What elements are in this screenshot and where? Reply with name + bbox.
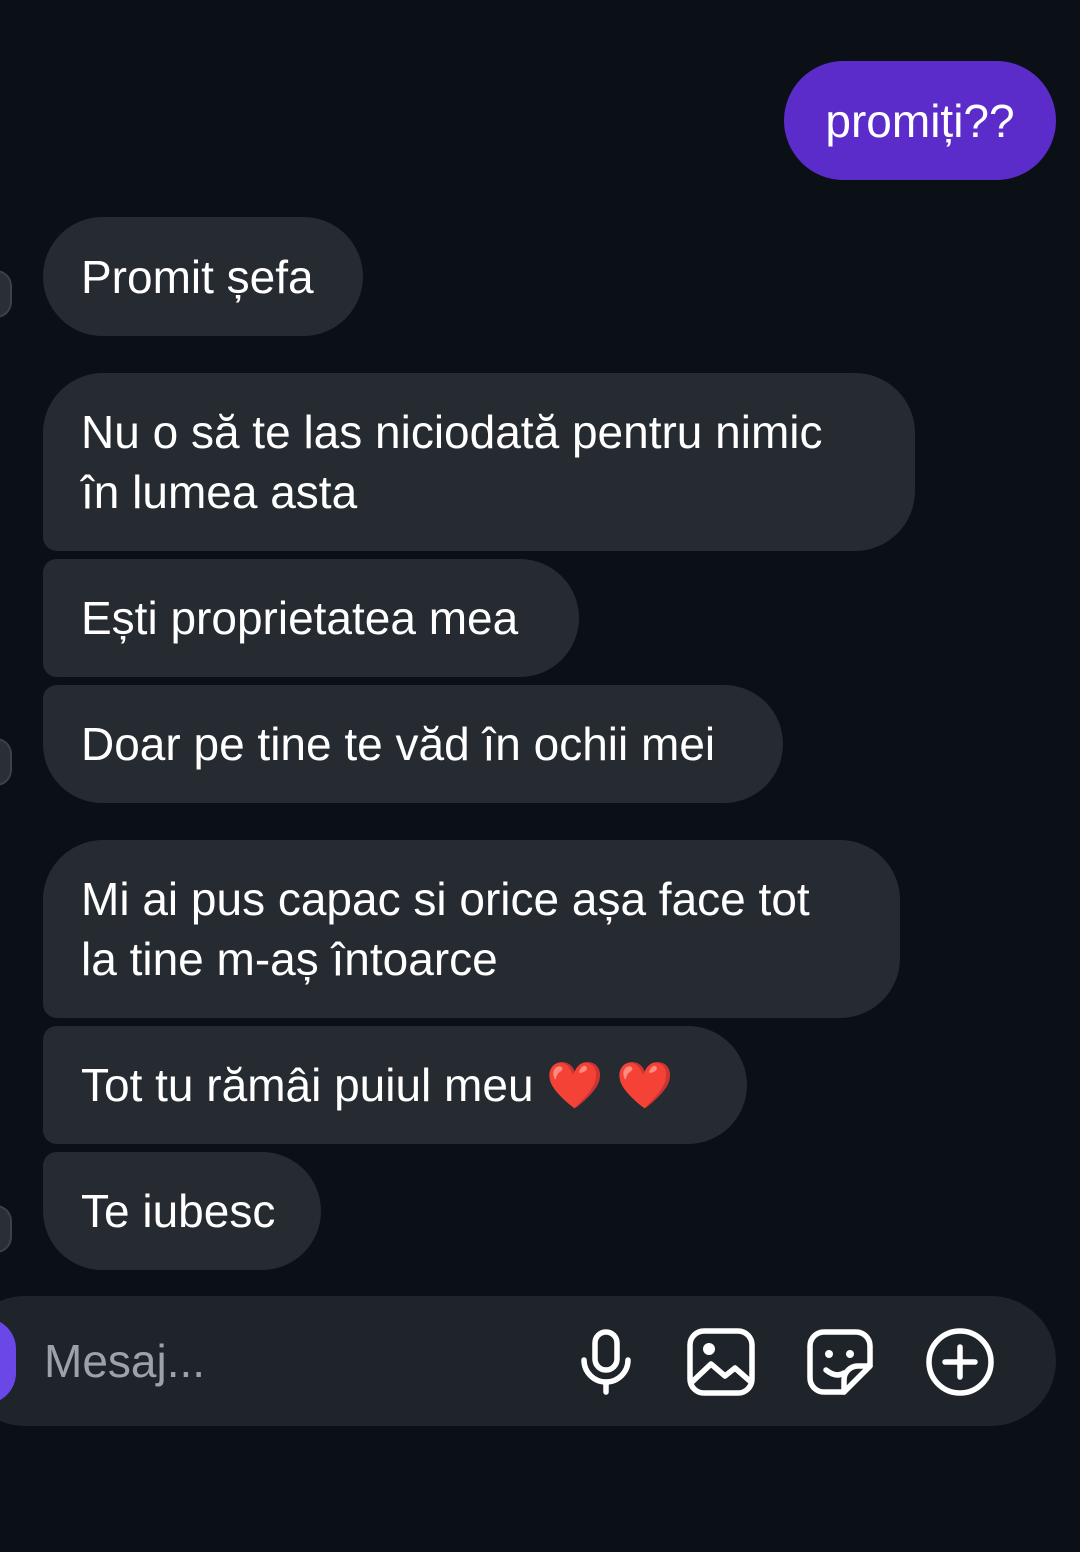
plus-circle-icon[interactable] bbox=[922, 1324, 998, 1400]
message-bubble-incoming[interactable]: Promit șefa bbox=[43, 217, 363, 336]
message-text: Te iubesc bbox=[81, 1185, 276, 1237]
message-text: Mi ai pus capac si orice așa face tot la… bbox=[81, 873, 810, 985]
message-bubble-incoming[interactable]: Doar pe tine te văd în ochii mei bbox=[43, 685, 783, 803]
message-bubble-incoming[interactable]: Tot tu rămâi puiul meu ❤️ ❤️ bbox=[43, 1026, 747, 1144]
sender-avatar[interactable] bbox=[0, 738, 12, 786]
message-text: Doar pe tine te văd în ochii mei bbox=[81, 718, 716, 770]
sender-avatar[interactable] bbox=[0, 1205, 12, 1253]
message-input[interactable] bbox=[40, 1318, 568, 1404]
message-bubble-outgoing[interactable]: promiți?? bbox=[784, 61, 1056, 180]
sticker-icon[interactable] bbox=[802, 1324, 878, 1400]
chat-screen: promiți?? Promit șefa Nu o să te las nic… bbox=[0, 0, 1080, 1552]
message-text: Ești proprietatea mea bbox=[81, 592, 519, 644]
message-text: promiți?? bbox=[825, 94, 1015, 147]
message-bubble-incoming[interactable]: Mi ai pus capac si orice așa face tot la… bbox=[43, 840, 900, 1018]
message-bubble-incoming[interactable]: Ești proprietatea mea bbox=[43, 559, 579, 677]
message-bubble-incoming[interactable]: Te iubesc bbox=[43, 1152, 321, 1270]
image-icon[interactable] bbox=[683, 1324, 759, 1400]
microphone-icon[interactable] bbox=[568, 1324, 644, 1400]
message-text: Promit șefa bbox=[81, 250, 314, 303]
message-text: Tot tu rămâi puiul meu ❤️ ❤️ bbox=[81, 1059, 674, 1111]
message-text: Nu o să te las niciodată pentru nimic în… bbox=[81, 406, 823, 518]
sender-avatar[interactable] bbox=[0, 270, 12, 318]
message-bubble-incoming[interactable]: Nu o să te las niciodată pentru nimic în… bbox=[43, 373, 915, 551]
